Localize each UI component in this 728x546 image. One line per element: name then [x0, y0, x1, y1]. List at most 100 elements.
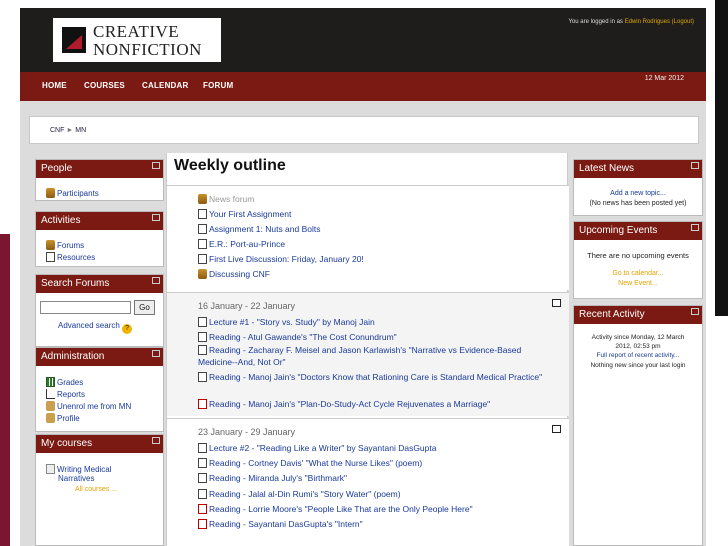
activity-label: Reading - Manoj Jain's "Doctors Know tha… [209, 372, 543, 382]
document-icon [198, 458, 207, 468]
go-button[interactable]: Go [134, 300, 155, 315]
full-report-link[interactable]: Full report of recent activity... [574, 352, 702, 359]
collapse-toggle-icon[interactable] [691, 224, 699, 231]
activity-since-line-2: 2012, 02:53 pm [615, 343, 661, 350]
activity-label: Lecture #1 - "Story vs. Study" by Manoj … [209, 317, 375, 327]
recent-activity-title: Recent Activity [579, 309, 645, 320]
course-link[interactable]: Writing Medical [46, 464, 112, 474]
collapse-toggle-icon[interactable] [691, 162, 699, 169]
unenrol-icon [46, 401, 55, 411]
collapse-toggle-icon[interactable] [152, 277, 160, 284]
latest-news-block: Latest News Add a new topic... (No news … [573, 159, 703, 216]
document-icon [198, 443, 207, 453]
activity-item[interactable]: Reading - Jalal al-Din Rumi's "Story Wat… [198, 489, 401, 499]
resources-link[interactable]: Resources [46, 252, 95, 262]
nav-calendar[interactable]: CALENDAR [142, 81, 189, 90]
site-logo[interactable]: CREATIVE NONFICTION [53, 18, 221, 62]
forum-icon [198, 269, 207, 279]
activity-item[interactable]: Reading - Miranda July's "Birthmark" [198, 473, 347, 483]
collapse-toggle-icon[interactable] [152, 350, 160, 357]
collapse-toggle-icon[interactable] [152, 437, 160, 444]
activity-label: E.R.: Port-au-Prince [209, 239, 286, 249]
administration-block: Administration Grades Reports Unenrol me… [35, 347, 164, 432]
unenrol-label: Unenrol me from MN [57, 402, 132, 411]
participants-label: Participants [57, 189, 99, 198]
profile-label: Profile [57, 414, 80, 423]
collapse-toggle-icon[interactable] [691, 308, 699, 315]
add-topic-link[interactable]: Add a new topic... [574, 190, 702, 197]
collapse-toggle-icon[interactable] [152, 214, 160, 221]
user-link[interactable]: Edwin Rodrigues [625, 19, 670, 25]
breadcrumb-root[interactable]: CNF [50, 127, 64, 134]
activity-label: Reading - Lorrie Moore's "People Like Th… [209, 504, 473, 514]
search-forums-block: Search Forums Go Advanced search ? [35, 274, 164, 347]
activity-label: Reading - Sayantani DasGupta's "Intern" [209, 519, 363, 529]
participants-icon [46, 188, 55, 198]
nav-courses[interactable]: COURSES [84, 81, 125, 90]
activity-item[interactable]: Your First Assignment [198, 209, 291, 219]
activity-item[interactable]: News forum [198, 194, 254, 204]
people-block: People Participants [35, 159, 164, 201]
activity-item[interactable]: Lecture #2 - "Reading Like a Writer" by … [198, 443, 436, 453]
section-toggle-icon[interactable] [552, 425, 561, 433]
activity-label: Reading - Miranda July's "Birthmark" [209, 473, 348, 483]
no-events-text: There are no upcoming events [587, 251, 689, 260]
activity-item[interactable]: Reading - Zacharay F. Meisel and Jason K… [198, 344, 544, 368]
activity-item[interactable]: E.R.: Port-au-Prince [198, 239, 285, 249]
section-date: 16 January - 22 January [198, 301, 296, 311]
unenrol-link[interactable]: Unenrol me from MN [46, 401, 131, 411]
nav-forum[interactable]: FORUM [203, 81, 233, 90]
course-link-line2[interactable]: Narratives [58, 474, 94, 483]
current-date: 12 Mar 2012 [644, 75, 684, 82]
course-label-1: Writing Medical [57, 465, 112, 474]
activity-item[interactable]: Discussing CNF [198, 269, 270, 279]
advanced-search-link[interactable]: Advanced search ? [58, 321, 133, 334]
activity-item[interactable]: Reading - Atul Gawande's "The Cost Conun… [198, 332, 397, 342]
grades-icon [46, 377, 55, 387]
activity-item[interactable]: Reading - Sayantani DasGupta's "Intern" [198, 519, 363, 529]
activity-item[interactable]: Reading - Manoj Jain's "Plan-Do-Study-Ac… [198, 399, 490, 409]
forums-link[interactable]: Forums [46, 240, 84, 250]
document-icon [46, 252, 55, 262]
forums-label: Forums [57, 241, 85, 250]
pdf-icon [198, 519, 207, 529]
logo-line-1: CREATIVE [93, 22, 180, 41]
activity-item[interactable]: Reading - Manoj Jain's "Doctors Know tha… [198, 371, 544, 383]
page-title: Weekly outline [174, 157, 286, 174]
calendar-link[interactable]: Go to calendar... [574, 270, 702, 277]
document-icon [198, 239, 207, 249]
activity-item[interactable]: Lecture #1 - "Story vs. Study" by Manoj … [198, 317, 375, 327]
participants-link[interactable]: Participants [46, 188, 99, 198]
no-news-text: (No news has been posted yet) [589, 200, 687, 207]
search-input[interactable] [40, 301, 131, 314]
logout-link[interactable]: (Logout) [672, 19, 694, 25]
section-toggle-icon[interactable] [552, 299, 561, 307]
new-event-link[interactable]: New Event... [574, 280, 702, 287]
activity-item[interactable]: First Live Discussion: Friday, January 2… [198, 254, 364, 264]
section-week-2: 23 January - 29 January Lecture #2 - "Re… [167, 418, 569, 546]
reports-link[interactable]: Reports [46, 389, 85, 399]
activity-label: Assignment 1: Nuts and Bolts [209, 224, 321, 234]
forum-icon [46, 240, 55, 250]
activity-label: Your First Assignment [209, 209, 292, 219]
help-icon[interactable]: ? [122, 324, 133, 334]
activity-item[interactable]: Reading - Cortney Davis' "What the Nurse… [198, 458, 422, 468]
right-decor-bar [715, 0, 728, 316]
collapse-toggle-icon[interactable] [152, 162, 160, 169]
people-title: People [41, 163, 73, 174]
nav-home[interactable]: HOME [42, 81, 67, 90]
all-courses-link[interactable]: All courses ... [75, 486, 117, 493]
nothing-new-text: Nothing new since your last login [590, 362, 686, 369]
activity-label: Reading - Cortney Davis' "What the Nurse… [209, 458, 423, 468]
section-general: News forum Your First Assignment Assignm… [167, 185, 569, 290]
activity-item[interactable]: Assignment 1: Nuts and Bolts [198, 224, 321, 234]
profile-link[interactable]: Profile [46, 413, 80, 423]
document-icon [198, 332, 207, 342]
grades-link[interactable]: Grades [46, 377, 83, 387]
activity-label: News forum [209, 194, 255, 204]
reports-label: Reports [57, 390, 86, 399]
activity-label: Reading - Manoj Jain's "Plan-Do-Study-Ac… [209, 399, 491, 409]
login-info: You are logged in as Edwin Rodrigues (Lo… [568, 19, 694, 25]
document-icon [198, 489, 207, 499]
activity-item[interactable]: Reading - Lorrie Moore's "People Like Th… [198, 504, 473, 514]
